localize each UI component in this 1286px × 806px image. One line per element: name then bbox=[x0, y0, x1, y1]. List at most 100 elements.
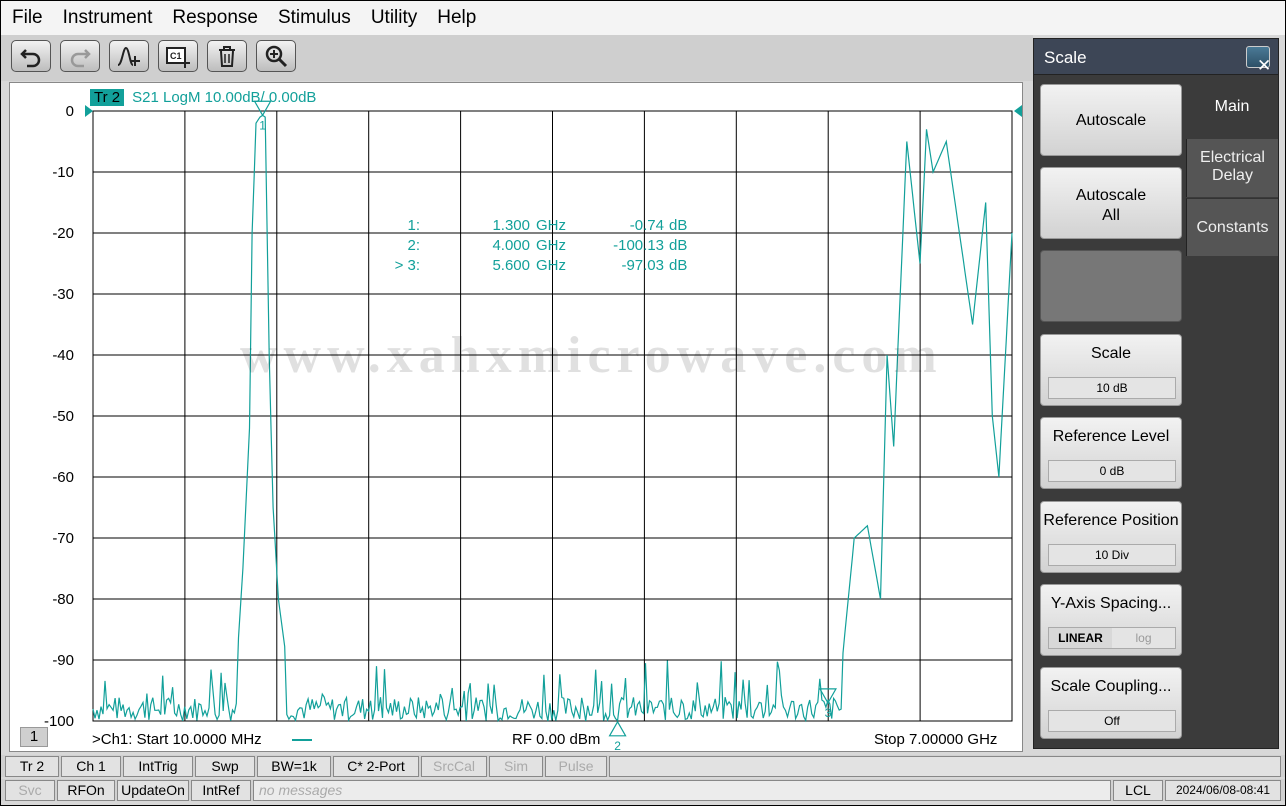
tab-main[interactable]: Main bbox=[1186, 76, 1278, 138]
y-tick-label: -30 bbox=[52, 286, 74, 303]
marker-value: -97.03 bbox=[621, 256, 664, 274]
y-axis-spacing-toggle[interactable]: LINEAR log bbox=[1048, 627, 1176, 649]
undo-icon bbox=[20, 49, 41, 68]
tab-constants[interactable]: Constants bbox=[1186, 198, 1278, 256]
zoom-button[interactable] bbox=[256, 40, 296, 72]
status-sim[interactable]: Sim bbox=[489, 756, 543, 777]
y-tick-label: -20 bbox=[52, 225, 74, 242]
log-option[interactable]: log bbox=[1112, 628, 1175, 648]
status-trigger[interactable]: IntTrig bbox=[123, 756, 193, 777]
marker-id: 1: bbox=[407, 216, 420, 234]
menu-help[interactable]: Help bbox=[437, 7, 476, 29]
marker-label: 3 bbox=[825, 706, 832, 720]
menu-file[interactable]: File bbox=[12, 7, 43, 29]
chart[interactable]: 0-10-20-30-40-50-60-70-80-90-100123 bbox=[10, 83, 1022, 751]
status-svc[interactable]: Svc bbox=[5, 780, 55, 801]
marker-value-unit: dB bbox=[669, 236, 688, 254]
status-datetime: 2024/06/08-08:41 bbox=[1165, 780, 1281, 801]
reference-right-arrow bbox=[1014, 105, 1022, 117]
status-lcl[interactable]: LCL bbox=[1113, 780, 1163, 801]
y-axis-spacing-button[interactable]: Y-Axis Spacing... LINEAR log bbox=[1040, 584, 1182, 656]
sweep-start[interactable]: >Ch1: Start 10.0000 MHz bbox=[92, 731, 262, 748]
menu-instrument[interactable]: Instrument bbox=[63, 7, 153, 29]
status-rf-on[interactable]: RFOn bbox=[57, 780, 115, 801]
marker-table: 1: 1.300 GHz -0.74 dB 2: 4.000 GHz -100.… bbox=[390, 215, 694, 275]
scale-value[interactable]: 10 dB bbox=[1048, 377, 1176, 399]
y-tick-label: -70 bbox=[52, 530, 74, 547]
y-axis-spacing-label: Y-Axis Spacing... bbox=[1050, 595, 1172, 612]
status-src-cal[interactable]: SrcCal bbox=[421, 756, 487, 777]
marker-freq: 5.600 bbox=[492, 256, 530, 274]
svg-text:C1: C1 bbox=[170, 51, 182, 61]
marker-value-unit: dB bbox=[669, 256, 688, 274]
undo-button[interactable] bbox=[11, 40, 51, 72]
marker-freq-unit: GHz bbox=[536, 216, 566, 234]
autoscale-label: Autoscale bbox=[1075, 112, 1147, 129]
reference-level-label: Reference Level bbox=[1052, 428, 1170, 445]
rf-power[interactable]: RF 0.00 dBm bbox=[512, 731, 600, 748]
status-empty bbox=[609, 756, 1281, 777]
status-sweep[interactable]: Swp bbox=[195, 756, 255, 777]
trace-header[interactable]: Tr 2 S21 LogM 10.00dB/ 0.00dB bbox=[90, 89, 316, 106]
autoscale-all-label: Autoscale All bbox=[1075, 187, 1147, 224]
trace-legend-line bbox=[292, 739, 312, 741]
panel-title-bar: Scale ✕ bbox=[1034, 39, 1278, 75]
add-marker-icon bbox=[117, 46, 140, 66]
reference-left-arrow bbox=[85, 105, 93, 117]
close-icon: ✕ bbox=[1257, 56, 1272, 75]
redo-button[interactable] bbox=[60, 40, 100, 72]
status-trace[interactable]: Tr 2 bbox=[5, 756, 59, 777]
marker-freq: 1.300 bbox=[492, 216, 530, 234]
toolbar: C1 bbox=[1, 35, 1033, 81]
autoscale-all-button[interactable]: Autoscale All bbox=[1040, 167, 1182, 239]
watermark: www.xahxmicrowave.com bbox=[240, 327, 943, 384]
sweep-stop[interactable]: Stop 7.00000 GHz bbox=[874, 731, 997, 748]
plot-panel[interactable]: 0 -10 -20 -30 -40 -50 -60 -70 -80 -90 -100 1 2 3 Tr 2… bbox=[9, 82, 1023, 752]
status-bar-bottom: Svc RFOn UpdateOn IntRef no messages LCL… bbox=[1, 779, 1285, 801]
app-window: File Instrument Response Stimulus Utilit… bbox=[1, 1, 1285, 805]
channel-number[interactable]: 1 bbox=[20, 727, 48, 747]
marker-row: 1: 1.300 GHz -0.74 dB bbox=[390, 215, 694, 235]
scale-coupling-button[interactable]: Scale Coupling... Off bbox=[1040, 667, 1182, 739]
marker-id: 2: bbox=[407, 236, 420, 254]
status-update-on[interactable]: UpdateOn bbox=[117, 780, 189, 801]
tab-electrical-delay[interactable]: Electrical Delay bbox=[1186, 139, 1278, 197]
status-messages: no messages bbox=[253, 780, 1111, 801]
add-channel-button[interactable]: C1 bbox=[158, 40, 198, 72]
autoscale-button[interactable]: Autoscale bbox=[1040, 84, 1182, 156]
marker-id: > 3: bbox=[394, 256, 420, 274]
linear-option[interactable]: LINEAR bbox=[1049, 628, 1112, 648]
marker-label: 1 bbox=[259, 118, 266, 132]
status-int-ref[interactable]: IntRef bbox=[191, 780, 251, 801]
reference-position-value[interactable]: 10 Div bbox=[1048, 544, 1176, 566]
menu-utility[interactable]: Utility bbox=[371, 7, 417, 29]
trace-tag[interactable]: Tr 2 bbox=[90, 89, 125, 106]
scale-label: Scale bbox=[1090, 345, 1132, 362]
zoom-icon bbox=[265, 45, 288, 68]
marker-freq-unit: GHz bbox=[536, 236, 566, 254]
scale-button[interactable]: Scale 10 dB bbox=[1040, 334, 1182, 406]
menu-response[interactable]: Response bbox=[172, 7, 258, 29]
add-marker-button[interactable] bbox=[109, 40, 149, 72]
y-tick-label: -60 bbox=[52, 469, 74, 486]
status-bandwidth[interactable]: BW=1k bbox=[257, 756, 331, 777]
status-channel[interactable]: Ch 1 bbox=[61, 756, 121, 777]
y-tick-label: -100 bbox=[44, 713, 74, 730]
menu-bar: File Instrument Response Stimulus Utilit… bbox=[1, 1, 1285, 35]
add-channel-icon: C1 bbox=[166, 47, 190, 68]
menu-stimulus[interactable]: Stimulus bbox=[278, 7, 351, 29]
reference-position-button[interactable]: Reference Position 10 Div bbox=[1040, 501, 1182, 573]
y-tick-label: -10 bbox=[52, 164, 74, 181]
reference-level-button[interactable]: Reference Level 0 dB bbox=[1040, 417, 1182, 489]
tab-constants-label: Constants bbox=[1196, 219, 1269, 236]
reference-level-value[interactable]: 0 dB bbox=[1048, 460, 1176, 482]
marker-label: 2 bbox=[614, 739, 621, 751]
scale-coupling-value[interactable]: Off bbox=[1048, 710, 1176, 732]
status-calibration[interactable]: C* 2-Port bbox=[333, 756, 419, 777]
y-tick-label: -50 bbox=[52, 408, 74, 425]
status-bar-top: Tr 2 Ch 1 IntTrig Swp BW=1k C* 2-Port Sr… bbox=[1, 755, 1285, 777]
marker-row: > 3: 5.600 GHz -97.03 dB bbox=[390, 255, 694, 275]
close-button[interactable]: ✕ bbox=[1246, 46, 1271, 75]
status-pulse[interactable]: Pulse bbox=[545, 756, 607, 777]
delete-button[interactable] bbox=[207, 40, 247, 72]
